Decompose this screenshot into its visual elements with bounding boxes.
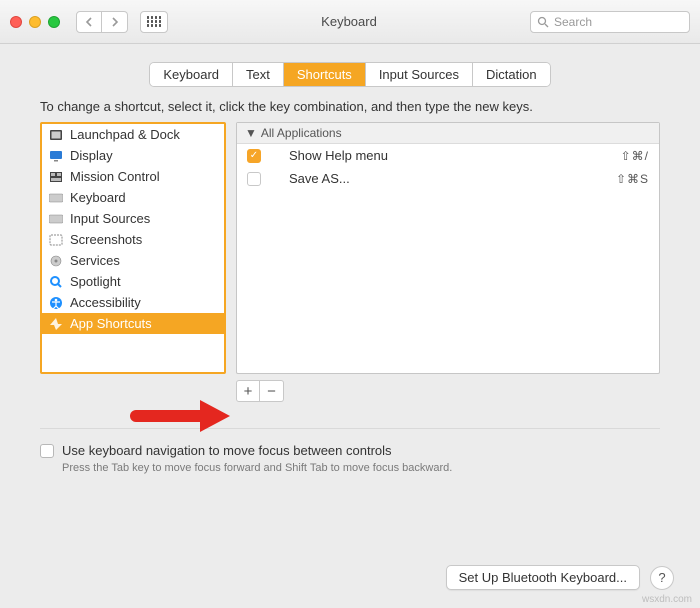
titlebar: Keyboard Search [0,0,700,44]
forward-button[interactable] [102,11,128,33]
category-keyboard[interactable]: Keyboard [42,187,224,208]
mission-control-icon [48,170,64,184]
show-all-button[interactable] [140,11,168,33]
keyboard-nav-hint: Press the Tab key to move focus forward … [0,458,700,474]
tab-keyboard[interactable]: Keyboard [150,63,233,86]
add-button[interactable]: + [236,380,260,402]
services-icon [48,254,64,268]
display-icon [48,149,64,163]
category-label: Accessibility [70,295,141,310]
screenshots-icon [48,233,64,247]
category-label: Display [70,148,113,163]
annotation-arrow [130,400,232,430]
minimize-icon[interactable] [29,16,41,28]
keyboard-icon [48,191,64,205]
spotlight-icon [48,275,64,289]
help-button[interactable]: ? [650,566,674,590]
back-button[interactable] [76,11,102,33]
shortcut-keys[interactable]: ⇧⌘S [616,172,649,186]
input-sources-icon [48,212,64,226]
category-label: Input Sources [70,211,150,226]
window-controls [10,16,60,28]
tab-text[interactable]: Text [233,63,284,86]
keyboard-nav-option[interactable]: Use keyboard navigation to move focus be… [0,443,700,458]
tab-dictation[interactable]: Dictation [473,63,550,86]
category-accessibility[interactable]: Accessibility [42,292,224,313]
remove-button[interactable]: − [260,380,284,402]
shortcuts-panel: ▼ All Applications ✓ Show Help menu ⇧⌘/ … [236,122,660,374]
tabset: Keyboard Text Shortcuts Input Sources Di… [0,62,700,87]
shortcut-label: Show Help menu [271,148,621,163]
category-services[interactable]: Services [42,250,224,271]
category-mission-control[interactable]: Mission Control [42,166,224,187]
shortcut-checkbox[interactable]: ✓ [247,149,261,163]
category-display[interactable]: Display [42,145,224,166]
category-app-shortcuts[interactable]: App Shortcuts [42,313,224,334]
keyboard-nav-label: Use keyboard navigation to move focus be… [62,443,392,458]
category-label: Mission Control [70,169,160,184]
category-input-sources[interactable]: Input Sources [42,208,224,229]
category-label: Services [70,253,120,268]
category-spotlight[interactable]: Spotlight [42,271,224,292]
zoom-icon[interactable] [48,16,60,28]
category-label: App Shortcuts [70,316,152,331]
shortcuts-header[interactable]: ▼ All Applications [237,123,659,144]
disclosure-icon: ▼ [245,126,257,140]
accessibility-icon [48,296,64,310]
add-remove-group: + − [236,380,700,402]
category-list[interactable]: Launchpad & Dock Display Mission Control… [40,122,226,374]
instruction-text: To change a shortcut, select it, click t… [0,99,700,122]
launchpad-icon [48,128,64,142]
category-label: Keyboard [70,190,126,205]
nav-group [76,11,128,33]
shortcut-label: Save AS... [271,171,616,186]
search-input[interactable]: Search [530,11,690,33]
category-launchpad[interactable]: Launchpad & Dock [42,124,224,145]
category-label: Spotlight [70,274,121,289]
shortcut-row[interactable]: Save AS... ⇧⌘S [237,167,659,190]
category-screenshots[interactable]: Screenshots [42,229,224,250]
bluetooth-button[interactable]: Set Up Bluetooth Keyboard... [446,565,640,590]
window-title: Keyboard [176,14,522,29]
shortcut-row[interactable]: ✓ Show Help menu ⇧⌘/ [237,144,659,167]
watermark: wsxdn.com [642,594,692,605]
search-placeholder: Search [554,15,592,29]
keyboard-nav-checkbox[interactable] [40,444,54,458]
tab-input-sources[interactable]: Input Sources [366,63,473,86]
shortcut-keys[interactable]: ⇧⌘/ [621,149,649,163]
category-label: Screenshots [70,232,142,247]
shortcut-checkbox[interactable] [247,172,261,186]
search-icon [537,16,549,28]
close-icon[interactable] [10,16,22,28]
footer: Set Up Bluetooth Keyboard... ? [446,565,674,590]
tab-shortcuts[interactable]: Shortcuts [284,63,366,86]
grid-icon [147,16,162,27]
shortcuts-header-label: All Applications [261,126,342,140]
category-label: Launchpad & Dock [70,127,180,142]
app-shortcuts-icon [48,317,64,331]
